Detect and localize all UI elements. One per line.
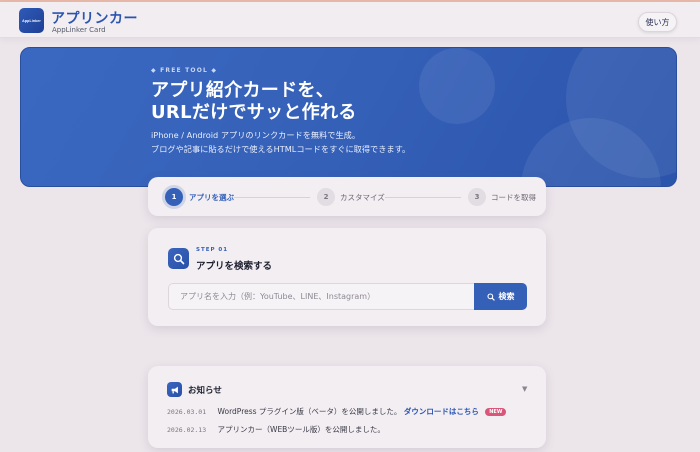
app-search-input[interactable]: [168, 283, 474, 310]
free-tool-tag: ◆ FREE TOOL ◆: [151, 67, 218, 74]
brand-title[interactable]: アプリンカー: [51, 8, 138, 28]
site-header: AppLinker アプリンカー AppLinker Card 使い方: [0, 2, 700, 38]
step-1-label[interactable]: アプリを選ぶ: [189, 192, 234, 203]
step-3-number[interactable]: 3: [468, 188, 486, 206]
news-date: 2026.02.13: [167, 426, 207, 434]
news-title: お知らせ: [188, 386, 222, 396]
news-text: アプリンカー（WEBツール版）を公開しました。: [217, 425, 385, 434]
new-badge: NEW: [485, 408, 507, 416]
hero-decor-circle: [419, 48, 495, 124]
hero-banner: ◆ FREE TOOL ◆ アプリ紹介カードを、 URLだけでサッと作れる iP…: [20, 47, 677, 187]
step-connector: [385, 197, 461, 198]
brand-subtitle: AppLinker Card: [52, 26, 106, 34]
search-card-title: アプリを検索する: [196, 261, 273, 272]
news-text: WordPress プラグイン版（ベータ）を公開しました。: [217, 407, 402, 416]
step-tag: STEP 01: [196, 247, 229, 253]
news-toggle-chevron-icon[interactable]: ▼: [522, 385, 527, 393]
megaphone-icon: [167, 382, 182, 397]
search-icon: [486, 292, 495, 301]
news-item: 2026.03.01 WordPress プラグイン版（ベータ）を公開しました。…: [167, 406, 507, 417]
step-indicator: 1 アプリを選ぶ 2 カスタマイズ 3 コードを取得: [148, 177, 546, 216]
search-button[interactable]: 検索: [474, 283, 527, 310]
step-connector: [234, 197, 310, 198]
howto-button[interactable]: 使い方: [638, 12, 677, 32]
step-3-label[interactable]: コードを取得: [491, 192, 536, 203]
search-button-label: 検索: [498, 292, 515, 301]
news-date: 2026.03.01: [167, 408, 207, 416]
step-2-label[interactable]: カスタマイズ: [340, 192, 385, 203]
step-1-number[interactable]: 1: [165, 188, 183, 206]
download-link[interactable]: ダウンロードはこちら: [404, 407, 479, 416]
search-icon: [168, 248, 189, 269]
hero-title: アプリ紹介カードを、 URLだけでサッと作れる: [151, 80, 357, 123]
app-logo[interactable]: AppLinker: [19, 8, 44, 33]
news-card: お知らせ ▼ 2026.03.01 WordPress プラグイン版（ベータ）を…: [148, 366, 546, 448]
news-item: 2026.02.13 アプリンカー（WEBツール版）を公開しました。: [167, 424, 385, 435]
hero-description: iPhone / Android アプリのリンクカードを無料で生成。 ブログや記…: [151, 130, 411, 154]
search-card: STEP 01 アプリを検索する 検索: [148, 228, 546, 326]
step-2-number[interactable]: 2: [317, 188, 335, 206]
